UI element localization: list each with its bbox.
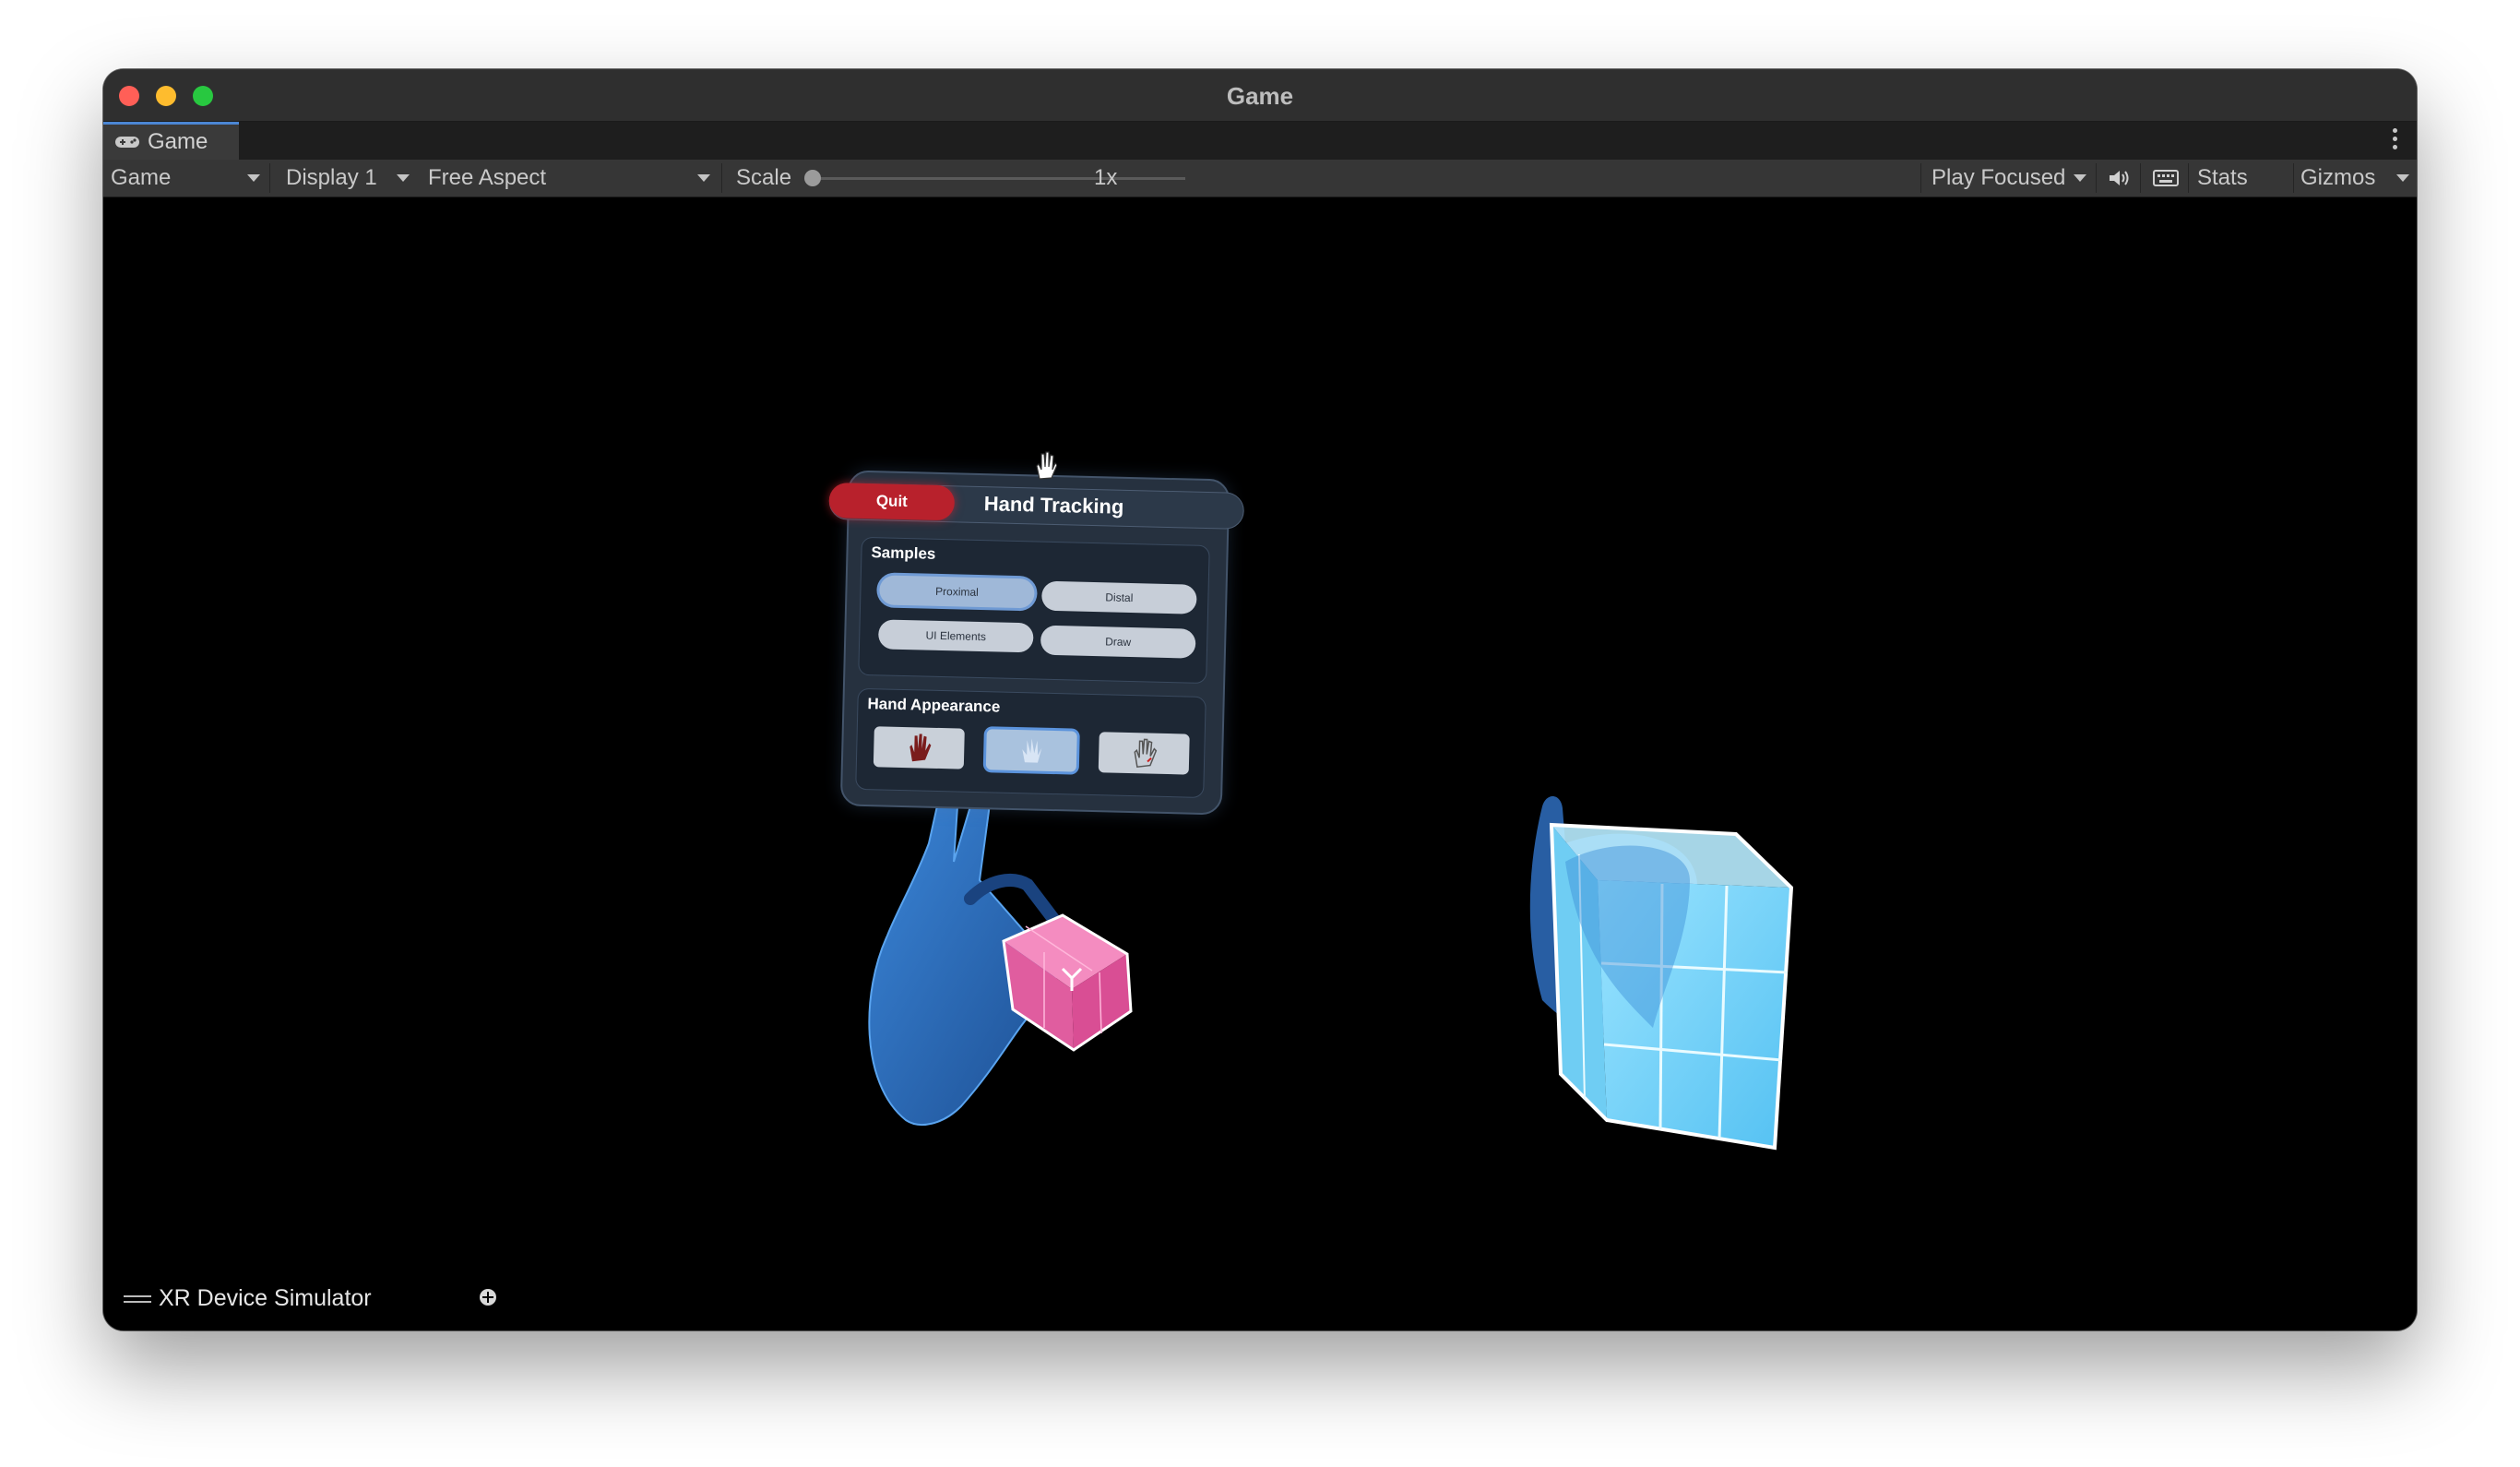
view-select-label: Game: [111, 165, 172, 190]
samples-section: Samples Proximal Distal UI Elements Draw: [858, 536, 1210, 685]
panel-title: Hand Tracking: [983, 492, 1124, 519]
stats-button[interactable]: Stats: [2197, 160, 2248, 197]
translucent-hand-icon: [1022, 738, 1042, 763]
hand-tracking-panel: Quit Hand Tracking Samples Proximal Dist…: [822, 457, 1245, 816]
scale-slider-track[interactable]: [809, 177, 1185, 180]
play-mode-label: Play Focused: [1932, 165, 2066, 190]
hand-style-outline-button[interactable]: [1098, 732, 1190, 775]
chevron-down-icon: [397, 174, 410, 182]
tab-bar: Game: [103, 122, 2417, 160]
sample-distal-button[interactable]: Distal: [1040, 580, 1197, 614]
speaker-icon: [2110, 171, 2129, 185]
blue-cube-model: [1549, 822, 1794, 1151]
sample-proximal-button[interactable]: Proximal: [879, 575, 1035, 609]
hand-style-realistic-button[interactable]: [873, 726, 965, 769]
sample-draw-button[interactable]: Draw: [1040, 625, 1196, 659]
scene-render: [868, 792, 1794, 1151]
xr-device-simulator-panel[interactable]: XR Device Simulator: [124, 1285, 372, 1312]
scale-value: 1x: [1094, 165, 1118, 190]
hand-cursor-icon: [1036, 451, 1057, 480]
aspect-select[interactable]: Free Aspect: [417, 160, 718, 197]
xr-device-simulator-label: XR Device Simulator: [159, 1285, 372, 1311]
scale-label: Scale: [736, 165, 792, 190]
chevron-down-icon: [697, 174, 710, 182]
chevron-down-icon: [247, 174, 260, 182]
chevron-down-icon: [2074, 174, 2086, 182]
hand-appearance-section: Hand Appearance: [855, 687, 1207, 799]
quit-button[interactable]: Quit: [828, 482, 956, 521]
tab-label: Game: [148, 129, 208, 154]
samples-heading: Samples: [871, 543, 936, 563]
red-hand-icon: [909, 734, 932, 762]
outline-hand-icon: [1134, 738, 1158, 769]
display-select[interactable]: Display 1: [275, 160, 417, 197]
view-select[interactable]: Game: [103, 160, 267, 197]
gamepad-icon: [115, 137, 139, 148]
gizmos-menu[interactable]: Gizmos: [2295, 160, 2417, 197]
mute-audio-button[interactable]: [2103, 160, 2136, 197]
add-circle-icon[interactable]: [478, 1287, 498, 1307]
gizmos-label: Gizmos: [2300, 165, 2376, 190]
window-title: Game: [1226, 82, 1294, 110]
game-window: Game Game Game Display 1 Free Aspect Sca…: [103, 69, 2417, 1330]
game-toolbar: Game Display 1 Free Aspect Scale 1x Play…: [103, 160, 2417, 197]
aspect-select-label: Free Aspect: [428, 165, 547, 190]
tab-game[interactable]: Game: [103, 122, 239, 160]
play-mode-select[interactable]: Play Focused: [1922, 160, 2094, 197]
keyboard-icon: [2153, 170, 2179, 186]
drag-handle-icon[interactable]: [124, 1292, 151, 1306]
sample-ui-elements-button[interactable]: UI Elements: [877, 619, 1034, 653]
game-viewport[interactable]: [103, 197, 2417, 1330]
title-bar: Game: [103, 69, 2417, 122]
hand-appearance-heading: Hand Appearance: [867, 695, 1001, 716]
shortcuts-button[interactable]: [2147, 160, 2184, 197]
display-select-label: Display 1: [286, 165, 377, 190]
more-options-icon[interactable]: [2393, 128, 2398, 153]
pink-cube-model: [1002, 913, 1133, 1052]
scale-slider-handle[interactable]: [804, 170, 821, 186]
hand-style-translucent-button[interactable]: [985, 729, 1077, 772]
chevron-down-icon: [2396, 174, 2409, 182]
